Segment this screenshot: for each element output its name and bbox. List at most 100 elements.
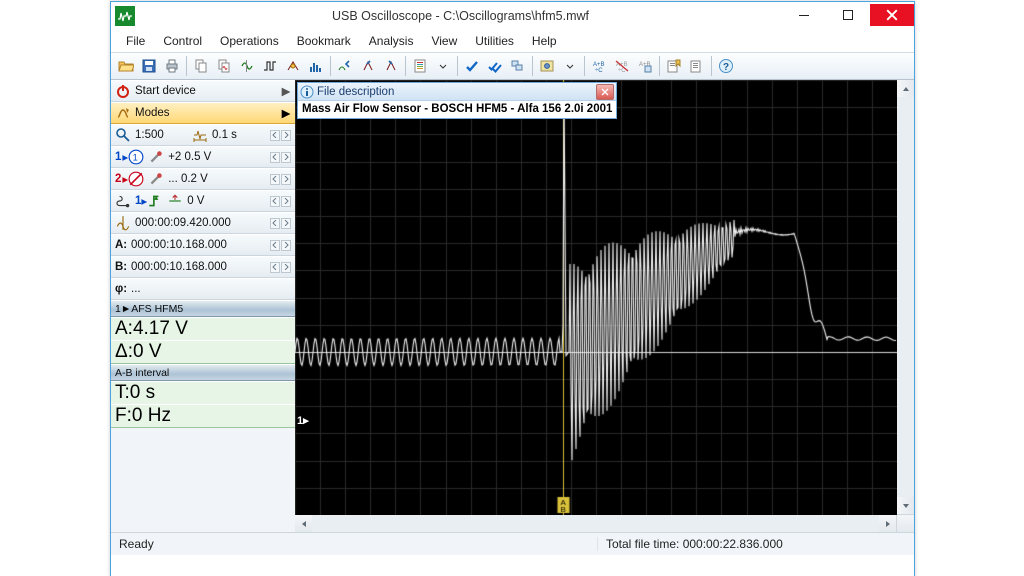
help-button[interactable]: ? xyxy=(715,55,737,77)
phi-row[interactable]: φ: ... xyxy=(111,278,295,300)
harmonic-button[interactable] xyxy=(305,55,327,77)
menu-file[interactable]: File xyxy=(117,32,154,50)
screenshot-button[interactable] xyxy=(536,55,558,77)
pulse-tool-button[interactable] xyxy=(259,55,281,77)
minimize-button[interactable] xyxy=(782,4,826,26)
power-icon xyxy=(115,83,131,99)
cursor-tool-button[interactable] xyxy=(236,55,258,77)
report-dd-button[interactable] xyxy=(432,55,454,77)
right-arrow-icon[interactable] xyxy=(281,262,291,273)
goto-prev-button[interactable] xyxy=(357,55,379,77)
apply-button[interactable] xyxy=(461,55,483,77)
apply-all-button[interactable] xyxy=(484,55,506,77)
report-button[interactable] xyxy=(409,55,431,77)
left-arrow-icon[interactable] xyxy=(270,130,280,141)
control-panel: Start device▶ Modes▶ 1:500 0.1 s 1▸ 1 +2… xyxy=(111,80,295,532)
bookmark-list-button[interactable] xyxy=(686,55,708,77)
menu-operations[interactable]: Operations xyxy=(211,32,288,50)
right-arrow-icon[interactable] xyxy=(281,174,291,185)
channel1-row[interactable]: 1▸ 1 +2 0.5 V xyxy=(111,146,295,168)
measurement-t: T:0 s xyxy=(111,381,295,404)
screenshot-dd-button[interactable] xyxy=(559,55,581,77)
left-arrow-icon[interactable] xyxy=(270,196,280,207)
svg-text:÷C: ÷C xyxy=(595,68,603,74)
zoom-row[interactable]: 1:500 0.1 s xyxy=(111,124,295,146)
file-description-popup: File description Mass Air Flow Sensor - … xyxy=(297,82,617,119)
toolbar-sep xyxy=(405,56,406,76)
scroll-down-icon[interactable] xyxy=(897,497,914,514)
scroll-right-icon[interactable] xyxy=(879,515,896,532)
interval-header: A-B interval xyxy=(111,364,295,381)
menu-utilities[interactable]: Utilities xyxy=(466,32,523,50)
cursor-time-row[interactable]: 000:00:09.420.000 xyxy=(111,212,295,234)
menu-bookmark[interactable]: Bookmark xyxy=(288,32,360,50)
math-remove-button[interactable]: A+B÷C xyxy=(611,55,633,77)
math-add-button[interactable]: A+B÷C xyxy=(588,55,610,77)
maximize-button[interactable] xyxy=(826,4,870,26)
channel-header: 1►AFS HFM5 xyxy=(111,300,295,317)
window-title: USB Oscilloscope - C:\Oscillograms\hfm5.… xyxy=(139,9,782,23)
close-button[interactable] xyxy=(870,4,914,26)
svg-text:?: ? xyxy=(723,62,729,73)
right-arrow-icon[interactable] xyxy=(281,152,291,163)
start-device-button[interactable]: Start device▶ xyxy=(111,80,295,102)
time-cursor-icon xyxy=(115,215,131,231)
scroll-up-icon[interactable] xyxy=(897,80,914,97)
left-arrow-icon[interactable] xyxy=(270,262,280,273)
popup-close-button[interactable] xyxy=(596,84,614,100)
svg-text:1: 1 xyxy=(133,152,138,162)
ch-disabled-icon xyxy=(128,171,144,187)
timebase-icon xyxy=(192,127,208,143)
save-button[interactable] xyxy=(138,55,160,77)
horizontal-scrollbar[interactable] xyxy=(295,514,914,532)
probe-icon xyxy=(148,171,164,187)
right-arrow-icon[interactable] xyxy=(281,196,291,207)
toolbar-sep xyxy=(711,56,712,76)
app-icon xyxy=(115,6,135,26)
trigger-row[interactable]: 1▸ 0 V xyxy=(111,190,295,212)
edge-icon xyxy=(147,193,163,209)
goto-next-button[interactable] xyxy=(380,55,402,77)
cursor-a-row[interactable]: A: 000:00:10.168.000 xyxy=(111,234,295,256)
left-arrow-icon[interactable] xyxy=(270,240,280,251)
menu-control[interactable]: Control xyxy=(154,32,211,50)
bookmark-add-button[interactable] xyxy=(663,55,685,77)
cursor-b-row[interactable]: B: 000:00:10.168.000 xyxy=(111,256,295,278)
toolbar-sep xyxy=(532,56,533,76)
scroll-left-icon[interactable] xyxy=(295,515,312,532)
measurement-a: A:4.17 V xyxy=(111,317,295,340)
left-arrow-icon[interactable] xyxy=(270,152,280,163)
modes-icon xyxy=(115,105,131,121)
open-button[interactable] xyxy=(115,55,137,77)
left-arrow-icon[interactable] xyxy=(270,174,280,185)
math-edit-button[interactable]: A+B xyxy=(634,55,656,77)
right-arrow-icon[interactable] xyxy=(281,130,291,141)
toolbar: A+B÷C A+B÷C A+B ? xyxy=(111,52,914,80)
toolbar-sep xyxy=(186,56,187,76)
phase-tool-button[interactable] xyxy=(282,55,304,77)
status-bar: Ready Total file time: 000:00:22.836.000 xyxy=(111,532,914,555)
measurement-f: F:0 Hz xyxy=(111,404,295,428)
measurement-delta: Δ:0 V xyxy=(111,340,295,364)
copy-button[interactable] xyxy=(190,55,212,77)
menu-analysis[interactable]: Analysis xyxy=(360,32,423,50)
vertical-scrollbar[interactable] xyxy=(896,80,914,514)
oscilloscope-display[interactable]: File description Mass Air Flow Sensor - … xyxy=(295,80,896,514)
right-arrow-icon[interactable] xyxy=(281,218,291,229)
toolbar-sep xyxy=(659,56,660,76)
copy-wave-button[interactable] xyxy=(213,55,235,77)
menu-help[interactable]: Help xyxy=(523,32,566,50)
channel2-row[interactable]: 2▸ ... 0.2 V xyxy=(111,168,295,190)
menu-view[interactable]: View xyxy=(422,32,466,50)
trigger-icon xyxy=(115,193,131,209)
right-arrow-icon[interactable] xyxy=(281,240,291,251)
file-description-text: Mass Air Flow Sensor - BOSCH HFM5 - Alfa… xyxy=(298,101,616,118)
left-arrow-icon[interactable] xyxy=(270,218,280,229)
modes-button[interactable]: Modes▶ xyxy=(111,102,295,124)
print-button[interactable] xyxy=(161,55,183,77)
window-list-button[interactable] xyxy=(507,55,529,77)
goto-start-button[interactable] xyxy=(334,55,356,77)
title-bar: USB Oscilloscope - C:\Oscillograms\hfm5.… xyxy=(111,2,914,30)
channel-marker[interactable]: 1▸ xyxy=(297,414,309,427)
app-window: USB Oscilloscope - C:\Oscillograms\hfm5.… xyxy=(110,1,915,576)
